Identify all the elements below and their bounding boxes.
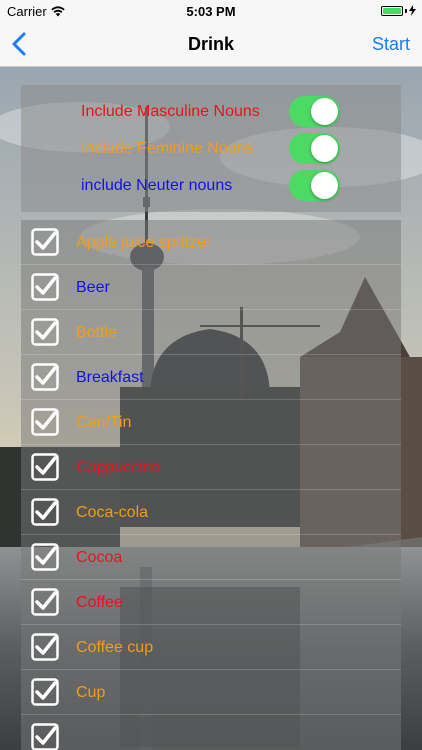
list-item[interactable]: Cappuccino bbox=[21, 445, 401, 490]
battery-fill bbox=[383, 7, 401, 14]
switch-knob bbox=[311, 98, 338, 125]
checkbox-checked-icon[interactable] bbox=[31, 678, 59, 706]
checkbox-checked-icon[interactable] bbox=[31, 543, 59, 571]
list-item[interactable]: Cup bbox=[21, 670, 401, 715]
toggle-label-feminine: Include Feminine Nouns bbox=[81, 140, 254, 157]
list-item-label: Cup bbox=[76, 684, 106, 701]
toggle-label-neuter: include Neuter nouns bbox=[81, 177, 233, 194]
noun-list: Apple juice spritzer Beer Bottle Breakfast C… bbox=[21, 220, 401, 750]
battery-indicator bbox=[381, 5, 416, 16]
list-item[interactable]: Beer bbox=[21, 265, 401, 310]
toggle-label-masculine: Include Masculine Nouns bbox=[81, 103, 260, 120]
checkbox-checked-icon[interactable] bbox=[31, 318, 59, 346]
list-item[interactable]: Coca-cola bbox=[21, 490, 401, 535]
checkbox-checked-icon[interactable] bbox=[31, 633, 59, 661]
list-item[interactable] bbox=[21, 715, 401, 750]
list-item-label: Cappuccino bbox=[76, 459, 161, 476]
start-button[interactable]: Start bbox=[372, 34, 410, 55]
status-bar: Carrier 5:03 PM bbox=[0, 0, 422, 22]
navigation-bar: Drink Start bbox=[0, 22, 422, 67]
checkbox-checked-icon[interactable] bbox=[31, 363, 59, 391]
list-item-label: Breakfast bbox=[76, 369, 144, 386]
toggle-row-neuter: include Neuter nouns bbox=[21, 168, 401, 205]
masculine-switch[interactable] bbox=[289, 96, 340, 127]
checkbox-checked-icon[interactable] bbox=[31, 453, 59, 481]
page-title: Drink bbox=[187, 34, 234, 54]
checkbox-checked-icon[interactable] bbox=[31, 228, 59, 256]
list-item-label: Coca-cola bbox=[76, 504, 149, 521]
list-item-label: Coffee bbox=[76, 594, 123, 611]
list-item-label: Can/Tin bbox=[76, 414, 132, 431]
battery-tip bbox=[405, 8, 407, 13]
switch-knob bbox=[311, 172, 338, 199]
list-item-label: Coffee cup bbox=[76, 639, 154, 656]
list-item-label: Bottle bbox=[76, 324, 117, 341]
checkbox-checked-icon[interactable] bbox=[31, 723, 59, 750]
list-item[interactable]: Coffee cup bbox=[21, 625, 401, 670]
status-time: 5:03 PM bbox=[186, 4, 236, 19]
list-item-label: Cocoa bbox=[76, 549, 123, 566]
gender-toggle-panel: Include Masculine Nouns Include Feminine… bbox=[21, 85, 401, 212]
checkbox-checked-icon[interactable] bbox=[31, 498, 59, 526]
checkbox-checked-icon[interactable] bbox=[31, 588, 59, 616]
list-item-label: Beer bbox=[76, 279, 110, 296]
battery-icon bbox=[381, 5, 403, 16]
list-item-label: Apple juice spritzer bbox=[76, 234, 212, 251]
checkbox-checked-icon[interactable] bbox=[31, 408, 59, 436]
list-item[interactable]: Bottle bbox=[21, 310, 401, 355]
checkbox-checked-icon[interactable] bbox=[31, 273, 59, 301]
toggle-row-masculine: Include Masculine Nouns bbox=[21, 94, 401, 131]
charging-bolt-icon bbox=[409, 5, 416, 16]
list-item[interactable]: Can/Tin bbox=[21, 400, 401, 445]
list-item[interactable]: Coffee bbox=[21, 580, 401, 625]
list-item[interactable]: Apple juice spritzer bbox=[21, 220, 401, 265]
list-item[interactable]: Cocoa bbox=[21, 535, 401, 580]
list-item[interactable]: Breakfast bbox=[21, 355, 401, 400]
toggle-row-feminine: Include Feminine Nouns bbox=[21, 131, 401, 168]
switch-knob bbox=[311, 135, 338, 162]
feminine-switch[interactable] bbox=[289, 133, 340, 164]
neuter-switch[interactable] bbox=[289, 170, 340, 201]
